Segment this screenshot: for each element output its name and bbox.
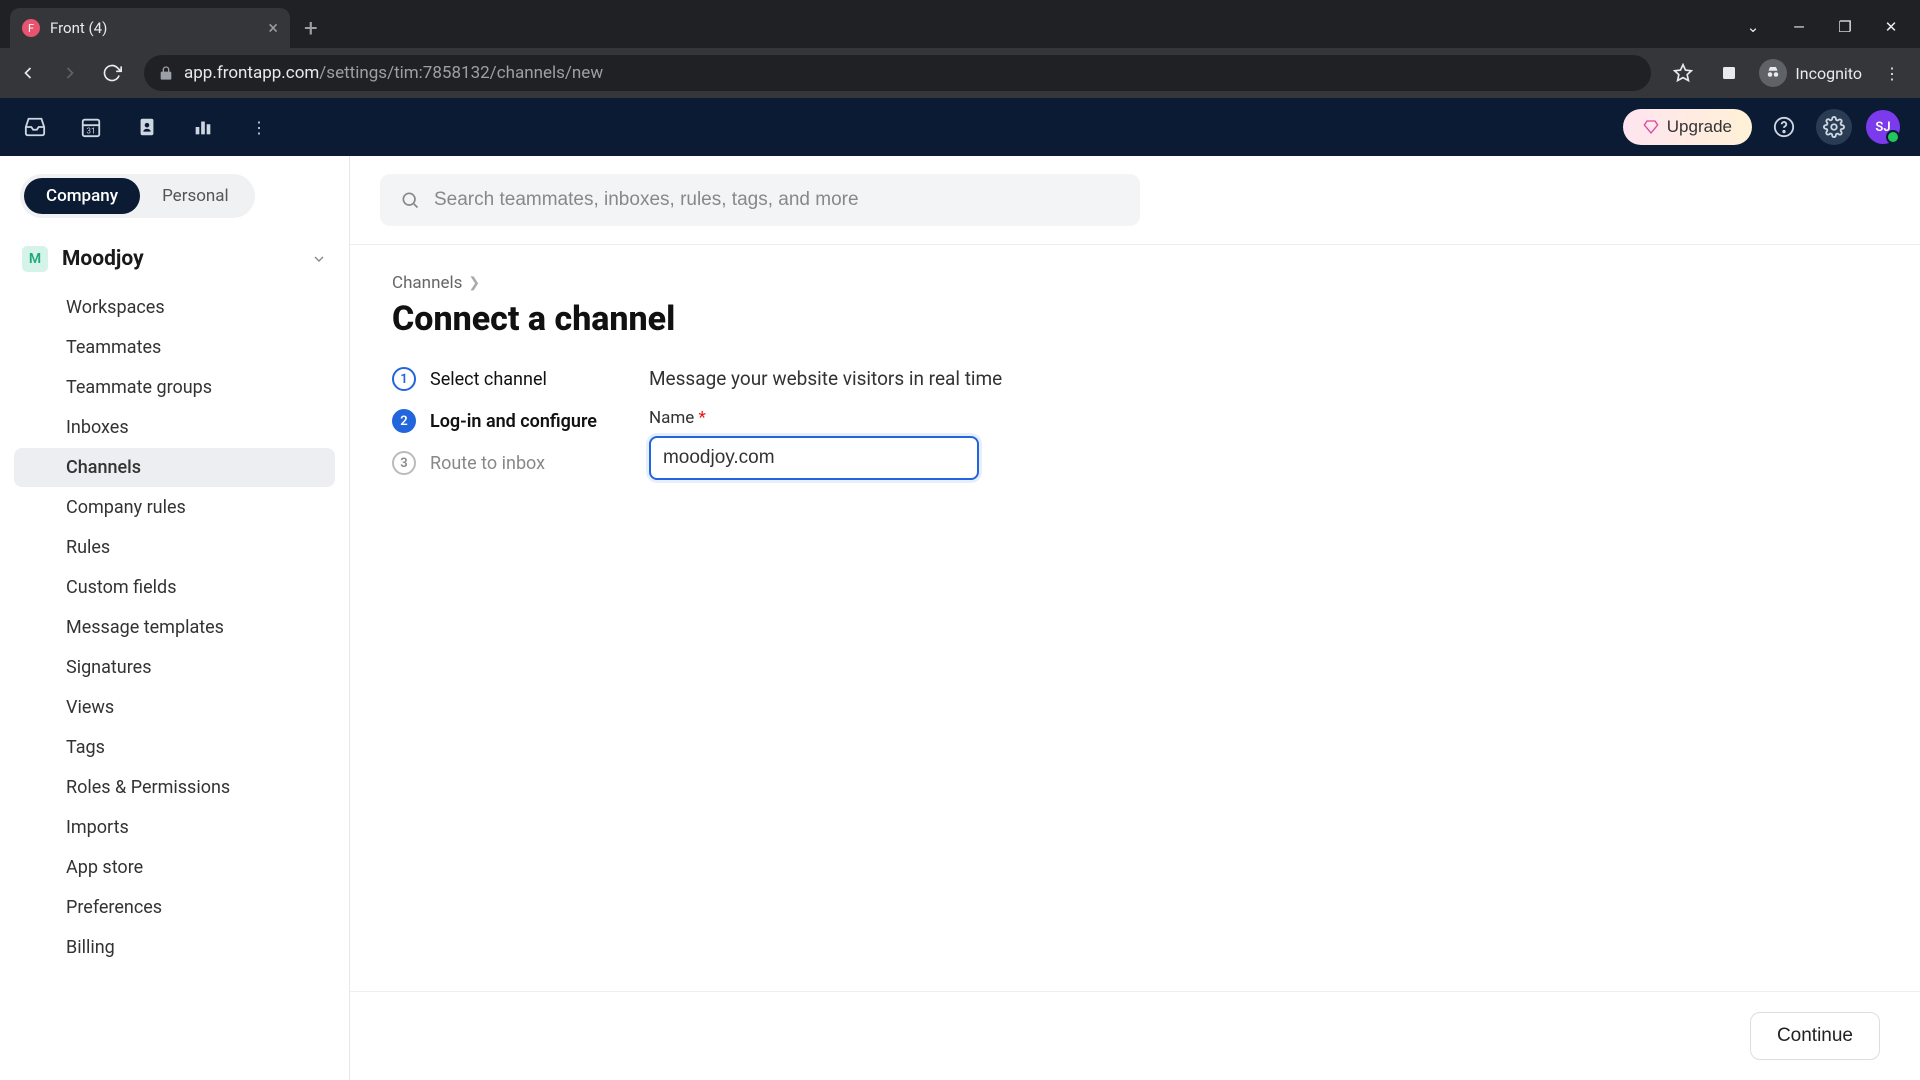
sidebar-item-channels[interactable]: Channels [14, 448, 335, 487]
svg-text:31: 31 [86, 126, 95, 136]
main-content: Channels ❯ Connect a channel 1 Select cha… [350, 156, 1920, 1080]
sidebar-item-rules[interactable]: Rules [14, 528, 335, 567]
step-number-icon: 3 [392, 451, 416, 475]
channel-description: Message your website visitors in real ti… [649, 367, 1002, 390]
chevron-down-icon [311, 251, 327, 267]
tab-title: Front (4) [50, 19, 107, 37]
scope-personal[interactable]: Personal [140, 178, 251, 214]
upgrade-label: Upgrade [1667, 117, 1732, 137]
settings-search[interactable] [380, 174, 1140, 226]
continue-button[interactable]: Continue [1750, 1012, 1880, 1060]
back-button[interactable] [12, 57, 44, 89]
browser-address-bar: app.frontapp.com/settings/tim:7858132/ch… [0, 48, 1920, 98]
gem-icon [1643, 119, 1659, 135]
sidebar-item-company-rules[interactable]: Company rules [14, 488, 335, 527]
close-tab-icon[interactable]: × [268, 18, 278, 39]
url-path: /settings/tim:7858132/channels/new [319, 63, 603, 83]
step-2[interactable]: 2 Log-in and configure [392, 409, 597, 433]
incognito-badge[interactable]: Incognito [1759, 59, 1862, 87]
breadcrumb[interactable]: Channels ❯ [392, 273, 1878, 293]
sidebar-item-roles-permissions[interactable]: Roles & Permissions [14, 768, 335, 807]
sidebar-item-custom-fields[interactable]: Custom fields [14, 568, 335, 607]
step-label: Route to inbox [430, 453, 545, 474]
step-label: Log-in and configure [430, 411, 597, 432]
tabs-dropdown-icon[interactable]: ⌄ [1744, 18, 1762, 36]
sidebar-item-message-templates[interactable]: Message templates [14, 608, 335, 647]
workspace-name: Moodjoy [62, 247, 297, 271]
sidebar-item-imports[interactable]: Imports [14, 808, 335, 847]
sidebar-item-billing[interactable]: Billing [14, 928, 335, 967]
step-number-icon: 2 [392, 409, 416, 433]
calendar-icon[interactable]: 31 [76, 112, 106, 142]
new-tab-button[interactable]: + [290, 14, 332, 48]
wizard-steps: 1 Select channel 2 Log-in and configure 3 Rou… [392, 367, 597, 493]
more-apps-icon[interactable]: ⋮ [244, 112, 274, 142]
forward-button[interactable] [54, 57, 86, 89]
scope-toggle: Company Personal [20, 174, 255, 218]
sidebar-item-preferences[interactable]: Preferences [14, 888, 335, 927]
avatar-initials: SJ [1875, 120, 1890, 135]
step-number-icon: 1 [392, 367, 416, 391]
inbox-icon[interactable] [20, 112, 50, 142]
workspace-badge: M [22, 246, 48, 272]
analytics-icon[interactable] [188, 112, 218, 142]
incognito-icon [1759, 59, 1787, 87]
bookmark-icon[interactable] [1667, 57, 1699, 89]
sidebar-item-teammate-groups[interactable]: Teammate groups [14, 368, 335, 407]
sidebar-item-teammates[interactable]: Teammates [14, 328, 335, 367]
scope-company[interactable]: Company [24, 178, 140, 214]
chevron-right-icon: ❯ [468, 275, 480, 291]
step-label: Select channel [430, 369, 547, 390]
search-icon [400, 190, 420, 210]
upgrade-button[interactable]: Upgrade [1623, 109, 1752, 145]
search-input[interactable] [434, 189, 1120, 211]
name-label: Name * [649, 408, 1002, 428]
step-3: 3 Route to inbox [392, 451, 597, 475]
breadcrumb-root: Channels [392, 273, 462, 293]
url-input[interactable]: app.frontapp.com/settings/tim:7858132/ch… [144, 55, 1651, 91]
browser-tab[interactable]: F Front (4) × [10, 8, 290, 48]
maximize-icon[interactable]: ❐ [1836, 18, 1854, 36]
close-window-icon[interactable]: ✕ [1882, 18, 1900, 36]
required-indicator: * [698, 408, 705, 428]
sidebar-item-app-store[interactable]: App store [14, 848, 335, 887]
url-domain: app.frontapp.com [184, 63, 319, 83]
app-top-bar: 31 ⋮ Upgrade SJ [0, 98, 1920, 156]
sidebar-item-workspaces[interactable]: Workspaces [14, 288, 335, 327]
footer-bar: Continue [350, 991, 1920, 1080]
window-controls: ⌄ — ❐ ✕ [1724, 18, 1920, 48]
browser-menu-icon[interactable]: ⋮ [1876, 57, 1908, 89]
sidebar-item-signatures[interactable]: Signatures [14, 648, 335, 687]
settings-icon[interactable] [1816, 109, 1852, 145]
sidebar-item-tags[interactable]: Tags [14, 728, 335, 767]
lock-icon [158, 65, 174, 81]
settings-sidebar: Company Personal M Moodjoy WorkspacesTea… [0, 156, 350, 1080]
workspace-header[interactable]: M Moodjoy [14, 236, 335, 282]
page-title: Connect a channel [392, 299, 1878, 339]
user-avatar[interactable]: SJ [1866, 110, 1900, 144]
sidebar-item-views[interactable]: Views [14, 688, 335, 727]
contacts-icon[interactable] [132, 112, 162, 142]
minimize-icon[interactable]: — [1790, 18, 1808, 36]
browser-tab-strip: F Front (4) × + ⌄ — ❐ ✕ [0, 0, 1920, 48]
step-1[interactable]: 1 Select channel [392, 367, 597, 391]
extensions-icon[interactable] [1713, 57, 1745, 89]
reload-button[interactable] [96, 57, 128, 89]
help-icon[interactable] [1766, 109, 1802, 145]
channel-name-input[interactable] [649, 436, 979, 480]
tab-favicon-icon: F [22, 19, 40, 37]
incognito-label: Incognito [1795, 64, 1862, 83]
sidebar-item-inboxes[interactable]: Inboxes [14, 408, 335, 447]
